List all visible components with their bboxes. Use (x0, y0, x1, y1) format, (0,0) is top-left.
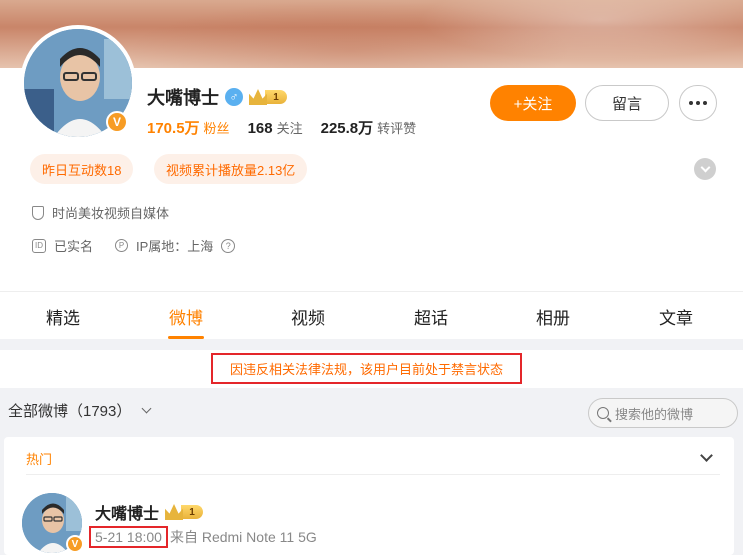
ban-notice: 因违反相关法律法规，该用户目前处于禁言状态 (211, 353, 522, 384)
interaction-tag: 昨日互动数18 (30, 154, 134, 184)
profile-name-row: 大嘴博士 ♂ 1 (147, 84, 289, 110)
expand-profile-icon[interactable] (694, 158, 716, 180)
vip-level: 1 (265, 90, 287, 104)
shield-icon (32, 205, 44, 220)
male-icon: ♂ (225, 88, 243, 106)
following-count[interactable]: 168 (248, 120, 273, 137)
post-author-name[interactable]: 大嘴博士 (95, 500, 159, 524)
tab-articles[interactable]: 文章 (636, 292, 716, 340)
post-source: 来自 Redmi Note 11 5G (169, 529, 317, 545)
reposts-label: 转评赞 (377, 121, 417, 136)
search-icon (597, 407, 609, 419)
id-card-icon: ID (32, 238, 46, 253)
help-icon[interactable]: ? (221, 238, 236, 253)
video-plays-tag: 视频累计播放量2.13亿 (154, 154, 308, 184)
realname-text: 已实名 (54, 239, 94, 254)
active-tab-indicator (168, 336, 204, 339)
chevron-down-icon (141, 403, 152, 414)
more-options-icon[interactable] (679, 85, 717, 121)
profile-avatar[interactable]: V (20, 25, 136, 141)
verified-badge-icon: V (106, 111, 128, 133)
vip-crown-icon[interactable]: 1 (249, 88, 289, 106)
reposts-count: 225.8万 (320, 120, 374, 137)
category-text: 时尚美妆视频自媒体 (52, 206, 170, 221)
tab-featured[interactable]: 精选 (23, 292, 103, 340)
post-timestamp[interactable]: 5-21 18:00 (89, 526, 168, 548)
post-filter-label: 全部微博（1793） (8, 403, 132, 420)
tab-album[interactable]: 相册 (513, 292, 593, 340)
profile-tabs: 精选 微博 视频 超话 相册 文章 (0, 291, 743, 339)
following-label[interactable]: 关注 (277, 118, 303, 137)
feed-divider (26, 474, 720, 475)
fans-count[interactable]: 170.5万 (147, 117, 200, 138)
fans-label[interactable]: 粉丝 (204, 118, 230, 137)
post-filter[interactable]: 全部微博（1793） (8, 400, 152, 421)
tab-video[interactable]: 视频 (268, 292, 348, 340)
follow-button[interactable]: +关注 (490, 85, 576, 121)
message-button[interactable]: 留言 (585, 85, 669, 121)
post-meta: 5-21 18:00 来自 Redmi Note 11 5G (89, 526, 317, 548)
tab-weibo[interactable]: 微博 (146, 292, 226, 340)
tab-supertopic[interactable]: 超话 (391, 292, 471, 340)
ip-location-text: IP属地：上海 (136, 239, 214, 254)
ip-icon: P (115, 239, 129, 252)
search-placeholder: 搜索他的微博 (615, 406, 694, 422)
search-input[interactable]: 搜索他的微博 (588, 398, 738, 428)
profile-name: 大嘴博士 (147, 88, 219, 108)
identity-line: ID 已实名 P IP属地：上海 ? (32, 236, 236, 255)
hot-section-label: 热门 (26, 452, 53, 467)
category-line: 时尚美妆视频自媒体 (32, 203, 169, 222)
post-author-row: 大嘴博士 1 (95, 500, 205, 524)
post-verified-badge-icon: V (66, 535, 84, 553)
profile-stats: 170.5万 粉丝 168 关注 225.8万 转评赞 (147, 117, 430, 138)
post-vip-crown-icon: 1 (165, 503, 205, 521)
post-vip-level: 1 (181, 505, 204, 519)
